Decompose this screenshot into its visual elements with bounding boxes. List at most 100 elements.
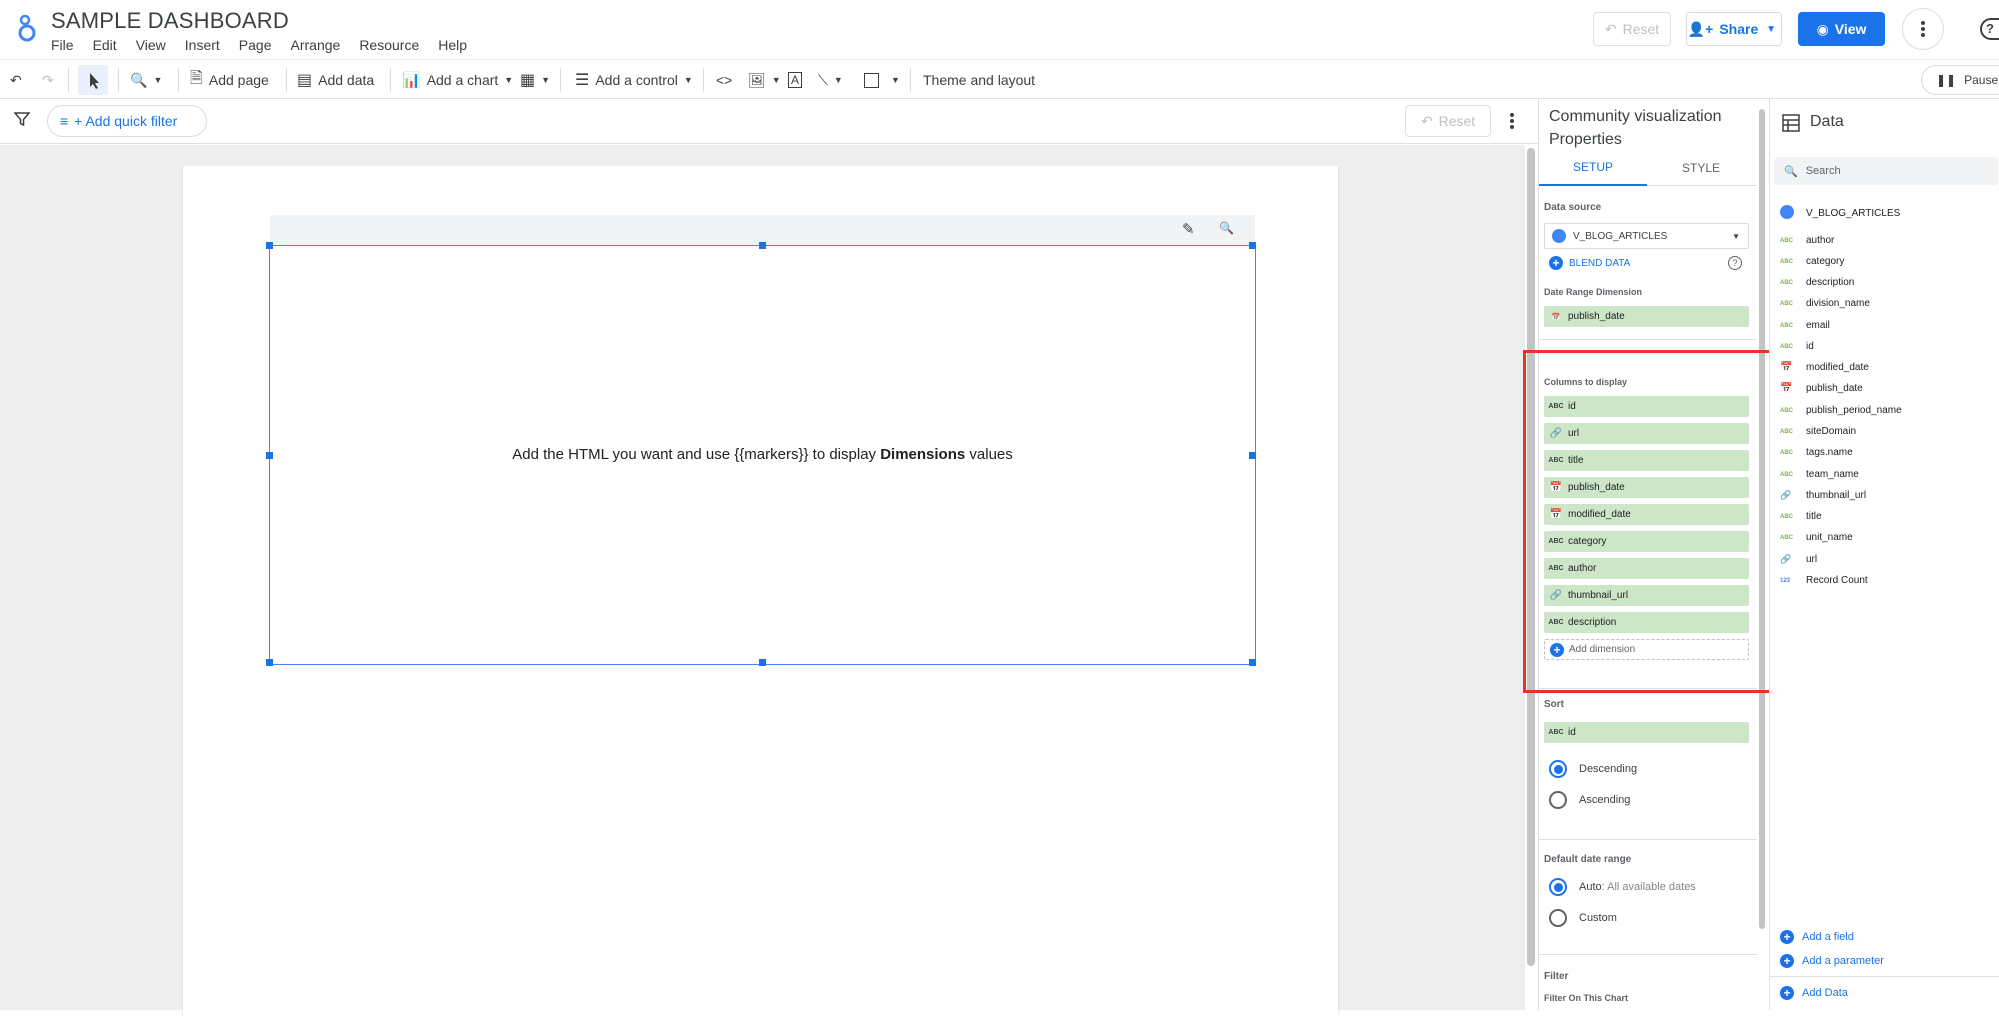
- data-source-select[interactable]: V_BLOG_ARTICLES ▼: [1544, 223, 1749, 249]
- bigquery-icon: [1545, 229, 1573, 243]
- text-type-icon: ABC: [1780, 471, 1793, 478]
- menu-arrange[interactable]: Arrange: [291, 37, 341, 53]
- menu-insert[interactable]: Insert: [185, 37, 220, 53]
- resize-handle[interactable]: [1249, 242, 1256, 249]
- field-thumbnail-url[interactable]: 🔗 thumbnail_url: [1780, 490, 1866, 501]
- chart-header: ✎ 🔍: [270, 215, 1255, 245]
- pause-updates-button[interactable]: ❚❚ Pause u: [1921, 65, 1999, 95]
- resize-handle[interactable]: [1249, 659, 1256, 666]
- menu-page[interactable]: Page: [239, 37, 272, 53]
- select-tool-icon[interactable]: [78, 65, 108, 95]
- field-title[interactable]: ABC title: [1780, 511, 1822, 522]
- shape-icon[interactable]: ▼: [864, 60, 900, 100]
- date-range-dimension-chip[interactable]: 📅 publish_date: [1544, 306, 1749, 327]
- data-source-item[interactable]: V_BLOG_ARTICLES: [1780, 205, 1900, 221]
- theme-and-layout-button[interactable]: Theme and layout: [923, 60, 1035, 100]
- field-site-domain[interactable]: ABC siteDomain: [1780, 426, 1856, 437]
- resize-handle[interactable]: [266, 659, 273, 666]
- menu-resource[interactable]: Resource: [359, 37, 419, 53]
- text-type-icon: ABC: [1780, 428, 1793, 435]
- image-icon[interactable]: 🖼 ▼: [748, 60, 781, 100]
- control-icon: ☰: [575, 72, 590, 89]
- field-tags-name[interactable]: ABC tags.name: [1780, 447, 1853, 458]
- reset-filter-button[interactable]: ↶ Reset: [1405, 105, 1491, 137]
- undo-icon[interactable]: ↶: [10, 60, 22, 100]
- help-icon[interactable]: ?: [1728, 256, 1742, 270]
- line-icon[interactable]: ⟍ ▼: [818, 60, 843, 100]
- sort-chip-id[interactable]: ABC id: [1544, 722, 1749, 743]
- field-id[interactable]: ABC id: [1780, 341, 1814, 352]
- blend-data-button[interactable]: + BLEND DATA: [1549, 256, 1630, 270]
- field-publish-period-name[interactable]: ABC publish_period_name: [1780, 405, 1902, 416]
- radio-unselected-icon: [1549, 909, 1567, 927]
- edit-pencil-icon[interactable]: ✎: [1182, 220, 1195, 238]
- filter-icon[interactable]: [13, 111, 31, 132]
- undo-icon: ↶: [1420, 112, 1433, 129]
- help-icon[interactable]: ?: [1980, 18, 1999, 40]
- menu-help[interactable]: Help: [438, 37, 467, 53]
- add-field-button[interactable]: + Add a field: [1780, 930, 1854, 944]
- field-record-count[interactable]: 123 Record Count: [1780, 575, 1868, 586]
- field-email[interactable]: ABC email: [1780, 320, 1830, 331]
- data-panel-title: Data: [1810, 113, 1844, 130]
- date-range-auto-radio[interactable]: Auto: All available dates: [1549, 878, 1696, 896]
- add-quick-filter-button[interactable]: ≡ + Add quick filter: [47, 105, 207, 137]
- filter-bar: ≡ + Add quick filter ↶ Reset: [0, 100, 1538, 144]
- menu-file[interactable]: File: [51, 37, 74, 53]
- embed-code-icon[interactable]: <>: [716, 60, 732, 100]
- resize-handle[interactable]: [266, 242, 273, 249]
- undo-icon: ↶: [1604, 20, 1617, 37]
- data-search-input[interactable]: 🔍 Search: [1774, 157, 1998, 185]
- calendar-icon: 📅: [1780, 362, 1793, 373]
- add-page-icon: 🗎: [190, 69, 203, 87]
- resize-handle[interactable]: [1249, 452, 1256, 459]
- reset-button[interactable]: ↶ Reset: [1593, 12, 1671, 46]
- field-author[interactable]: ABC author: [1780, 235, 1834, 246]
- zoom-chart-icon[interactable]: 🔍: [1219, 221, 1234, 235]
- date-range-custom-radio[interactable]: Custom: [1549, 909, 1617, 927]
- filter-list-icon: ≡: [60, 113, 69, 129]
- menu-view[interactable]: View: [136, 37, 166, 53]
- community-viz-button[interactable]: ▦ ▼: [520, 60, 550, 100]
- chevron-down-icon: ▼: [1732, 231, 1740, 241]
- resize-handle[interactable]: [759, 659, 766, 666]
- looker-studio-logo-icon[interactable]: [14, 12, 40, 44]
- add-page-button[interactable]: 🗎 Add page: [190, 60, 269, 100]
- add-data-icon: ▤: [297, 72, 313, 89]
- redo-icon[interactable]: ↷: [42, 60, 54, 100]
- add-parameter-button[interactable]: + Add a parameter: [1780, 954, 1884, 968]
- tab-style[interactable]: STYLE: [1647, 150, 1755, 186]
- view-button[interactable]: ◉ View: [1798, 12, 1885, 46]
- field-publish-date[interactable]: 📅 publish_date: [1780, 383, 1863, 394]
- more-options-icon[interactable]: [1510, 113, 1514, 134]
- text-type-icon: ABC: [1780, 407, 1793, 414]
- field-unit-name[interactable]: ABC unit_name: [1780, 532, 1853, 543]
- add-control-button[interactable]: ☰ Add a control ▼: [575, 60, 693, 100]
- menu-edit[interactable]: Edit: [93, 37, 117, 53]
- default-date-range-label: Default date range: [1544, 854, 1632, 865]
- report-title[interactable]: SAMPLE DASHBOARD: [51, 8, 289, 34]
- tab-setup[interactable]: SETUP: [1539, 150, 1647, 186]
- add-data-button[interactable]: ▤ Add data: [297, 60, 374, 100]
- field-modified-date[interactable]: 📅 modified_date: [1780, 362, 1869, 373]
- field-team-name[interactable]: ABC team_name: [1780, 469, 1859, 480]
- share-dropdown-icon[interactable]: ▼: [1766, 24, 1776, 35]
- sort-descending-radio[interactable]: Descending: [1549, 760, 1637, 778]
- community-viz-chart[interactable]: Add the HTML you want and use {{markers}…: [266, 242, 1256, 666]
- field-category[interactable]: ABC category: [1780, 256, 1844, 267]
- resize-handle[interactable]: [266, 452, 273, 459]
- more-options-icon[interactable]: [1902, 8, 1944, 50]
- text-type-icon: ABC: [1780, 449, 1793, 456]
- text-type-icon: ABC: [1548, 729, 1564, 736]
- add-chart-button[interactable]: 📊 Add a chart ▼: [402, 60, 513, 100]
- text-icon[interactable]: A: [788, 60, 803, 100]
- sort-ascending-radio[interactable]: Ascending: [1549, 791, 1630, 809]
- share-button[interactable]: 👤+ Share ▼: [1686, 12, 1782, 46]
- field-division-name[interactable]: ABC division_name: [1780, 298, 1870, 309]
- add-data-button[interactable]: + Add Data: [1780, 986, 1848, 1000]
- field-description[interactable]: ABC description: [1780, 277, 1854, 288]
- zoom-icon[interactable]: 🔍 ▼: [130, 60, 162, 100]
- resize-handle[interactable]: [759, 242, 766, 249]
- field-url[interactable]: 🔗 url: [1780, 554, 1817, 565]
- data-source-label: Data source: [1544, 202, 1602, 213]
